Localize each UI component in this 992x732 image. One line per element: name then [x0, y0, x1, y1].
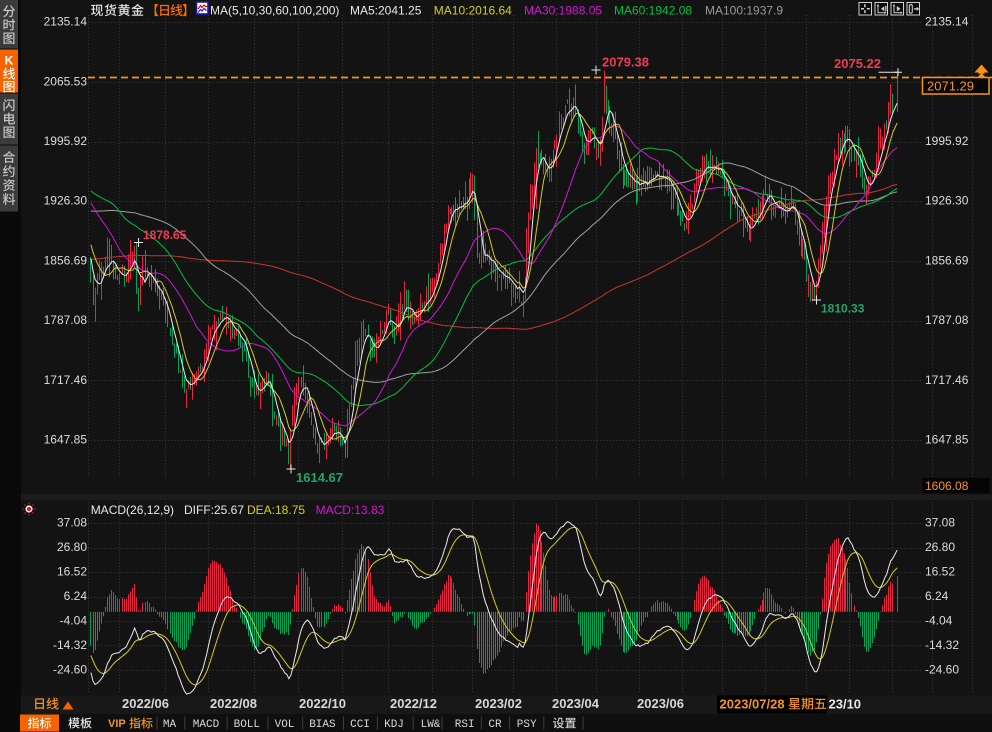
svg-text:MA100:1937.9: MA100:1937.9: [705, 4, 783, 18]
svg-text:BOLL: BOLL: [234, 719, 260, 731]
svg-text:-4.04: -4.04: [925, 613, 953, 627]
svg-text:16.52: 16.52: [925, 564, 955, 578]
svg-text:RSI: RSI: [455, 719, 475, 731]
svg-text:6.24: 6.24: [925, 589, 949, 603]
svg-text:-24.60: -24.60: [925, 662, 959, 676]
svg-text:CR: CR: [488, 719, 502, 731]
svg-text:MA10:2016.64: MA10:2016.64: [434, 4, 512, 18]
svg-text:2135.14: 2135.14: [44, 15, 88, 29]
svg-text:1787.08: 1787.08: [925, 313, 969, 327]
svg-text:1926.30: 1926.30: [925, 194, 969, 208]
svg-text:DEA:18.75: DEA:18.75: [247, 503, 305, 517]
svg-text:1810.33: 1810.33: [821, 302, 865, 316]
svg-text:26.80: 26.80: [925, 540, 955, 554]
svg-text:2071.29: 2071.29: [927, 79, 974, 94]
svg-text:1856.69: 1856.69: [925, 253, 969, 267]
svg-text:2022/10: 2022/10: [299, 696, 346, 711]
svg-text:2065.53: 2065.53: [44, 74, 88, 88]
svg-text:1614.67: 1614.67: [296, 470, 343, 485]
svg-text:MACD(26,12,9): MACD(26,12,9): [91, 503, 174, 517]
svg-text:MA30:1988.05: MA30:1988.05: [524, 4, 602, 18]
svg-text:37.08: 37.08: [57, 515, 87, 529]
svg-text:BIAS: BIAS: [309, 719, 336, 731]
svg-text:MA: MA: [163, 719, 177, 731]
svg-text:K: K: [5, 54, 14, 68]
svg-text:MACD:13.83: MACD:13.83: [316, 503, 385, 517]
svg-text:DIFF:25.67: DIFF:25.67: [184, 503, 244, 517]
svg-text:2022/12: 2022/12: [390, 696, 437, 711]
svg-text:2023/06: 2023/06: [637, 696, 684, 711]
svg-text:VIP: VIP: [108, 718, 126, 730]
svg-text:1995.92: 1995.92: [44, 134, 88, 148]
svg-text:1878.65: 1878.65: [143, 228, 187, 242]
svg-text:2023/02: 2023/02: [475, 696, 522, 711]
svg-text:1717.46: 1717.46: [925, 373, 969, 387]
svg-text:1856.69: 1856.69: [44, 253, 88, 267]
svg-text:MA5:2041.25: MA5:2041.25: [350, 4, 422, 18]
svg-text:MA(5,10,30,60,100,200): MA(5,10,30,60,100,200): [210, 4, 339, 18]
svg-text:2023/04: 2023/04: [552, 696, 600, 711]
svg-text:16.52: 16.52: [57, 564, 87, 578]
svg-text:-14.32: -14.32: [925, 638, 959, 652]
svg-text:1647.85: 1647.85: [44, 433, 88, 447]
svg-text:2135.14: 2135.14: [925, 15, 969, 29]
svg-text:26.80: 26.80: [57, 540, 87, 554]
svg-text:2023/07/28: 2023/07/28: [720, 697, 785, 712]
svg-text:1717.46: 1717.46: [44, 373, 88, 387]
svg-text:-14.32: -14.32: [53, 638, 87, 652]
svg-text:1995.92: 1995.92: [925, 134, 969, 148]
svg-text:1606.08: 1606.08: [925, 479, 969, 493]
svg-text:1647.85: 1647.85: [925, 433, 969, 447]
svg-text:-24.60: -24.60: [53, 662, 87, 676]
svg-text:MA60:1942.08: MA60:1942.08: [614, 4, 692, 18]
svg-text:-4.04: -4.04: [60, 613, 88, 627]
svg-text:23/10: 23/10: [829, 697, 862, 712]
svg-text:6.24: 6.24: [64, 589, 88, 603]
svg-text:VOL: VOL: [275, 719, 295, 731]
svg-text:MACD: MACD: [193, 719, 220, 731]
svg-text:1926.30: 1926.30: [44, 194, 88, 208]
svg-text:2079.38: 2079.38: [602, 55, 649, 70]
svg-text:2075.22: 2075.22: [834, 56, 881, 71]
svg-text:2022/06: 2022/06: [122, 696, 169, 711]
svg-text:CCI: CCI: [350, 719, 370, 731]
svg-text:2022/08: 2022/08: [210, 696, 257, 711]
svg-text:PSY: PSY: [517, 719, 537, 731]
svg-text:LW&: LW&: [421, 719, 441, 731]
svg-text:1787.08: 1787.08: [44, 313, 88, 327]
svg-text:KDJ: KDJ: [384, 719, 404, 731]
svg-text:37.08: 37.08: [925, 515, 955, 529]
